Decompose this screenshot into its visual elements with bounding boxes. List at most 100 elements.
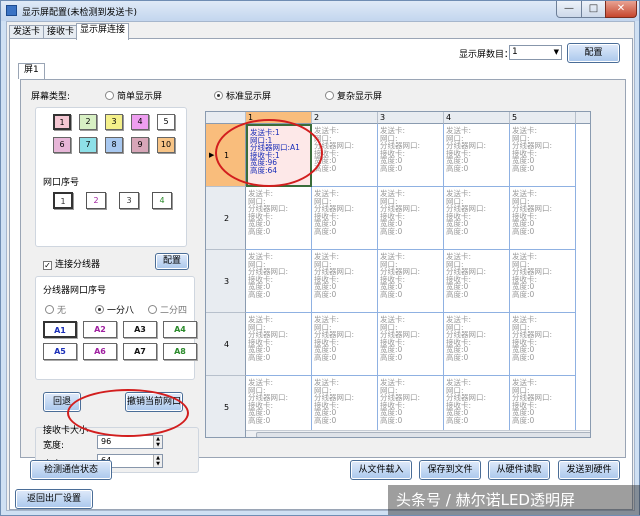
grid-cell[interactable]: 发送卡: 网口: 分线器网口: 接收卡: 宽度:0 高度:0 [444, 187, 510, 250]
grid-cell[interactable]: 发送卡: 网口: 分线器网口: 接收卡: 宽度:0 高度:0 [510, 187, 576, 250]
send-hardware-button[interactable]: 发送到硬件 [558, 460, 620, 480]
scroll-thumb[interactable] [256, 432, 590, 437]
row-header-1: ▶ 1 [206, 124, 246, 187]
splitter-checkbox-label: 连接分线器 [55, 260, 101, 270]
tab-screen-connection[interactable]: 显示屏连接 [76, 23, 130, 40]
grid-cell[interactable]: 发送卡: 网口: 分线器网口: 接收卡: 宽度:0 高度:0 [312, 376, 378, 437]
maximize-button[interactable]: □ [581, 1, 606, 18]
cell-line: 高度:0 [314, 226, 337, 236]
splitter-port-a4[interactable]: A4 [163, 321, 197, 338]
port-button-3[interactable]: 3 [119, 192, 139, 209]
color-box-1[interactable]: 1 [53, 114, 71, 130]
width-label: 宽度: [43, 441, 65, 451]
splitter-config-button[interactable]: 配置 [155, 253, 189, 270]
color-box-6[interactable]: 6 [53, 137, 71, 153]
grid-cell[interactable]: 发送卡: 网口: 分线器网口: 接收卡: 宽度:0 高度:0 [378, 187, 444, 250]
tab-screen-1[interactable]: 屏1 [18, 63, 45, 79]
cancel-port-button[interactable]: 撤销当前网口 [125, 392, 183, 412]
read-hardware-button[interactable]: 从硬件读取 [488, 460, 550, 480]
tab-sender-card[interactable]: 发送卡 [9, 25, 45, 39]
grid-cell[interactable]: 发送卡: 网口: 分线器网口: 接收卡: 宽度:0 高度:0 [246, 313, 312, 376]
grid-cell[interactable]: 发送卡: 网口: 分线器网口: 接收卡: 宽度:0 高度:0 [510, 313, 576, 376]
width-input[interactable]: 96 ▲ ▼ [97, 435, 163, 449]
radio-dot-selected [95, 305, 104, 314]
color-box-8[interactable]: 8 [105, 137, 123, 153]
grid-cell[interactable]: 发送卡: 网口: 分线器网口: 接收卡: 宽度:0 高度:0 [312, 250, 378, 313]
grid-cell[interactable]: 发送卡: 网口: 分线器网口: 接收卡: 宽度:0 高度:0 [246, 250, 312, 313]
cell-line: 高度:64 [250, 165, 278, 175]
screen-count-select[interactable]: 1 ▼ [509, 45, 562, 60]
grid-cell[interactable]: 发送卡: 网口: 分线器网口: 接收卡: 宽度:0 高度:0 [246, 376, 312, 437]
grid-cell[interactable]: 发送卡: 网口: 分线器网口: 接收卡: 宽度:0 高度:0 [246, 187, 312, 250]
radio-two-to-four[interactable]: 二分四 [148, 303, 187, 316]
load-file-button[interactable]: 从文件载入 [350, 460, 412, 480]
row-number: 4 [224, 340, 230, 349]
cell-line: 高度:0 [446, 289, 469, 299]
cell-line: 高度:0 [446, 415, 469, 425]
color-box-2[interactable]: 2 [79, 114, 97, 130]
spin-arrows-icon[interactable]: ▲ ▼ [153, 436, 162, 448]
grid-cell[interactable]: 发送卡: 网口: 分线器网口: 接收卡: 宽度:0 高度:0 [444, 313, 510, 376]
port-button-4[interactable]: 4 [152, 192, 172, 209]
save-file-button[interactable]: 保存到文件 [419, 460, 481, 480]
horizontal-scrollbar[interactable] [246, 430, 590, 437]
screen-count-config-button[interactable]: 配置 [567, 43, 620, 63]
grid-cell[interactable]: 发送卡: 网口: 分线器网口: 接收卡: 宽度:0 高度:0 [312, 313, 378, 376]
radio-dot [105, 91, 114, 100]
splitter-port-a7[interactable]: A7 [123, 343, 157, 360]
cell-line: 高度:0 [380, 415, 403, 425]
radio-one-to-eight[interactable]: 一分八 [95, 303, 134, 316]
radio-none[interactable]: 无 [45, 303, 66, 316]
grid-cell[interactable]: 发送卡: 网口: 分线器网口: 接收卡: 宽度:0 高度:0 [312, 124, 378, 187]
cell-line: 高度:0 [248, 352, 271, 362]
radio-complex-screen[interactable]: 复杂显示屏 [325, 89, 382, 102]
color-box-7[interactable]: 7 [79, 137, 97, 153]
radio-standard-screen[interactable]: 标准显示屏 [214, 89, 271, 102]
grid-cell[interactable]: 发送卡: 网口: 分线器网口: 接收卡: 宽度:0 高度:0 [510, 250, 576, 313]
close-button[interactable]: ✕ [605, 1, 637, 18]
splitter-port-a2[interactable]: A2 [83, 321, 117, 338]
factory-reset-button[interactable]: 返回出厂设置 [15, 489, 93, 509]
column-header-2: 2 [312, 112, 378, 124]
color-box-10[interactable]: 10 [157, 137, 175, 153]
port-button-2[interactable]: 2 [86, 192, 106, 209]
back-button[interactable]: 回退 [43, 392, 81, 412]
radio-simple-screen[interactable]: 简单显示屏 [105, 89, 162, 102]
grid-cell-selected[interactable]: 发送卡:1 网口:1 分线器网口:A1 接收卡:1 宽度:96 高度:64 [246, 124, 312, 187]
radio-dot [325, 91, 334, 100]
cell-line: 高度:0 [380, 289, 403, 299]
radio-two-to-four-label: 二分四 [160, 306, 188, 316]
spin-arrows-icon[interactable]: ▲ ▼ [153, 455, 162, 467]
check-comm-button[interactable]: 检测通信状态 [30, 460, 112, 480]
width-value: 96 [101, 437, 112, 446]
grid-cell[interactable]: 发送卡: 网口: 分线器网口: 接收卡: 宽度:0 高度:0 [510, 124, 576, 187]
splitter-port-a1[interactable]: A1 [43, 321, 77, 338]
grid-cell[interactable]: 发送卡: 网口: 分线器网口: 接收卡: 宽度:0 高度:0 [444, 376, 510, 437]
splitter-checkbox[interactable]: ✓ 连接分线器 [43, 257, 100, 270]
cell-line: 高度:0 [512, 226, 535, 236]
cell-line: 高度:0 [446, 163, 469, 173]
grid-cell[interactable]: 发送卡: 网口: 分线器网口: 接收卡: 宽度:0 高度:0 [444, 124, 510, 187]
color-box-5[interactable]: 5 [157, 114, 175, 130]
splitter-port-a5[interactable]: A5 [43, 343, 77, 360]
grid-cell[interactable]: 发送卡: 网口: 分线器网口: 接收卡: 宽度:0 高度:0 [444, 250, 510, 313]
grid-cell[interactable]: 发送卡: 网口: 分线器网口: 接收卡: 宽度:0 高度:0 [378, 250, 444, 313]
grid-cell[interactable]: 发送卡: 网口: 分线器网口: 接收卡: 宽度:0 高度:0 [378, 376, 444, 437]
grid-cell[interactable]: 发送卡: 网口: 分线器网口: 接收卡: 宽度:0 高度:0 [378, 124, 444, 187]
color-box-9[interactable]: 9 [131, 137, 149, 153]
cell-line: 高度:0 [512, 163, 535, 173]
splitter-port-a8[interactable]: A8 [163, 343, 197, 360]
cell-line: 高度:0 [512, 415, 535, 425]
tab-receiver-card[interactable]: 接收卡 [43, 25, 79, 39]
cell-line: 高度:0 [314, 352, 337, 362]
color-box-4[interactable]: 4 [131, 114, 149, 130]
grid-cell[interactable]: 发送卡: 网口: 分线器网口: 接收卡: 宽度:0 高度:0 [378, 313, 444, 376]
splitter-port-a3[interactable]: A3 [123, 321, 157, 338]
grid-cell[interactable]: 发送卡: 网口: 分线器网口: 接收卡: 宽度:0 高度:0 [312, 187, 378, 250]
splitter-port-a6[interactable]: A6 [83, 343, 117, 360]
watermark: 头条号 / 赫尔诺LED透明屏 [388, 485, 640, 515]
grid-cell[interactable]: 发送卡: 网口: 分线器网口: 接收卡: 宽度:0 高度:0 [510, 376, 576, 437]
minimize-button[interactable]: — [556, 1, 582, 18]
port-button-1[interactable]: 1 [53, 192, 73, 209]
color-box-3[interactable]: 3 [105, 114, 123, 130]
